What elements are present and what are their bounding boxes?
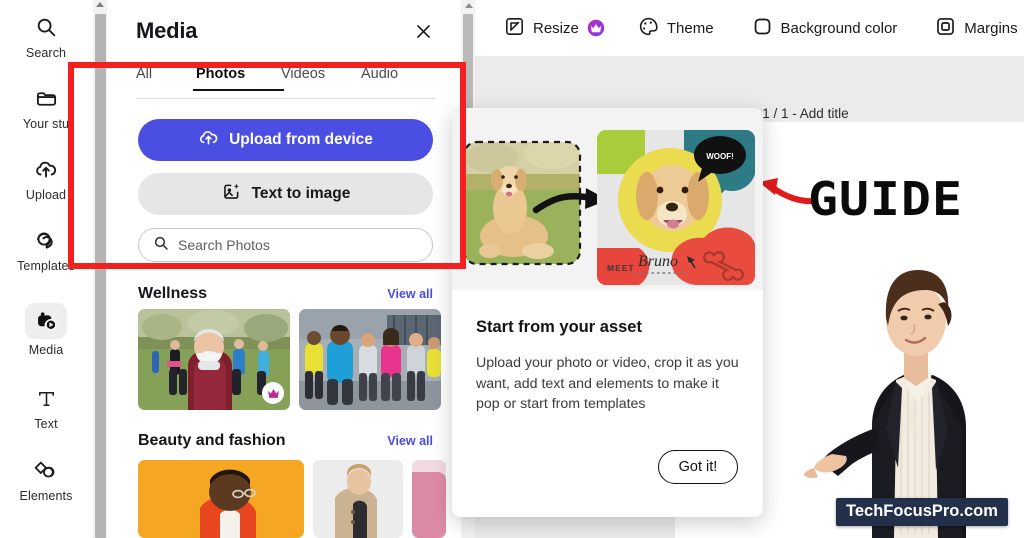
media-panel: Media All Photos Videos Audio Upload fro… — [108, 0, 460, 538]
sparkle-image-icon — [221, 181, 242, 207]
toolbar-label: Margins — [964, 19, 1018, 37]
sidebar-scrollbar[interactable] — [93, 0, 107, 538]
text-to-image-button[interactable]: Text to image — [138, 173, 433, 215]
toolbar-background-color-button[interactable]: Background color — [752, 16, 898, 41]
onboarding-popup: WOOF! MEET Bruno Start from your asset U… — [452, 108, 763, 517]
search-photos-input[interactable]: Search Photos — [138, 228, 433, 262]
sidebar-label: Templates — [17, 259, 75, 273]
sidebar-item-your-stuff[interactable]: Your stu — [0, 83, 92, 131]
background-color-icon — [752, 16, 773, 41]
sidebar-label: Upload — [25, 188, 67, 202]
scrollbar-thumb[interactable] — [463, 14, 473, 114]
app-root: Search Your stu Upload Templates Media T… — [0, 0, 1024, 538]
sidebar-item-upload[interactable]: Upload — [0, 154, 92, 202]
popup-heading: Start from your asset — [476, 318, 642, 336]
media-thumbnail[interactable] — [138, 309, 290, 410]
toolbar-theme-button[interactable]: Theme — [638, 16, 714, 41]
sidebar-label: Your stu — [22, 117, 70, 131]
thumbnail-row-beauty — [138, 460, 446, 538]
margins-icon — [935, 16, 956, 41]
search-icon — [29, 12, 63, 42]
media-thumbnail[interactable] — [138, 460, 304, 538]
section-header-wellness: Wellness View all — [138, 285, 433, 303]
section-title: Beauty and fashion — [138, 432, 286, 449]
templates-icon — [29, 225, 63, 255]
media-icon — [25, 303, 67, 339]
tab-audio[interactable]: Audio — [361, 66, 398, 91]
red-curved-arrow-icon — [757, 172, 816, 211]
watermark: TechFocusPro.com — [836, 498, 1008, 526]
sidebar-label: Media — [28, 343, 64, 357]
media-thumbnail[interactable] — [313, 460, 403, 538]
got-it-button[interactable]: Got it! — [658, 450, 738, 484]
svg-text:Bruno: Bruno — [638, 253, 678, 270]
premium-crown-icon — [587, 19, 605, 37]
presenter-photo — [800, 248, 1024, 538]
upload-button-label: Upload from device — [229, 131, 373, 148]
left-sidebar: Search Your stu Upload Templates Media T… — [0, 0, 92, 538]
scroll-up-arrow-icon[interactable] — [464, 3, 473, 8]
editor-toolbar: Resize Theme Background color Margins — [475, 0, 1024, 56]
toolbar-label: Theme — [666, 19, 714, 37]
sidebar-item-elements[interactable]: Elements — [0, 455, 92, 503]
sidebar-label: Search — [25, 46, 67, 60]
thumbnail-row-wellness — [138, 309, 441, 410]
resize-icon — [504, 16, 525, 41]
svg-text:WOOF!: WOOF! — [706, 152, 734, 161]
popup-text-block: Start from your asset Upload your photo … — [452, 290, 763, 415]
popup-illustration: WOOF! MEET Bruno — [452, 108, 763, 290]
search-icon — [153, 235, 169, 256]
sidebar-item-templates[interactable]: Templates — [0, 225, 92, 273]
close-icon[interactable] — [410, 18, 436, 44]
tab-videos[interactable]: Videos — [281, 66, 361, 91]
text-to-image-label: Text to image — [251, 185, 351, 202]
upload-from-device-button[interactable]: Upload from device — [138, 119, 433, 161]
upload-cloud-icon — [29, 154, 63, 184]
guide-annotation-text: GUIDE — [808, 172, 963, 226]
popup-description: Upload your photo or video, crop it as y… — [476, 355, 739, 413]
toolbar-label: Resize — [533, 19, 579, 37]
folder-icon — [29, 83, 63, 113]
view-all-link[interactable]: View all — [387, 287, 433, 301]
search-placeholder: Search Photos — [178, 237, 270, 253]
sidebar-label: Text — [34, 417, 58, 431]
view-all-link[interactable]: View all — [387, 434, 433, 448]
sidebar-item-search[interactable]: Search — [0, 12, 92, 60]
panel-title: Media — [136, 18, 198, 43]
media-panel-header: Media — [108, 0, 460, 62]
upload-cloud-icon — [198, 127, 219, 153]
media-thumbnail[interactable] — [412, 460, 446, 538]
section-header-beauty-and-fashion: Beauty and fashion View all — [138, 432, 433, 450]
tab-photos[interactable]: Photos — [193, 66, 284, 91]
premium-crown-icon — [262, 382, 284, 404]
theme-palette-icon — [638, 16, 659, 41]
tabs-divider — [136, 98, 436, 99]
media-thumbnail[interactable] — [299, 309, 441, 410]
sidebar-item-text[interactable]: Text — [0, 383, 92, 431]
toolbar-label: Background color — [780, 19, 898, 37]
sidebar-item-media[interactable]: Media — [0, 303, 92, 357]
media-tabs: All Photos Videos Audio — [136, 66, 436, 98]
toolbar-resize-button[interactable]: Resize — [504, 16, 605, 41]
section-title: Wellness — [138, 285, 208, 302]
scroll-up-arrow-icon[interactable] — [96, 2, 104, 7]
scrollbar-thumb[interactable] — [94, 14, 106, 538]
elements-icon — [29, 455, 63, 485]
text-t-icon — [29, 383, 63, 413]
sidebar-label: Elements — [19, 489, 73, 503]
toolbar-margins-button[interactable]: Margins — [935, 16, 1018, 41]
tab-all[interactable]: All — [136, 66, 196, 91]
svg-text:MEET: MEET — [607, 263, 635, 273]
